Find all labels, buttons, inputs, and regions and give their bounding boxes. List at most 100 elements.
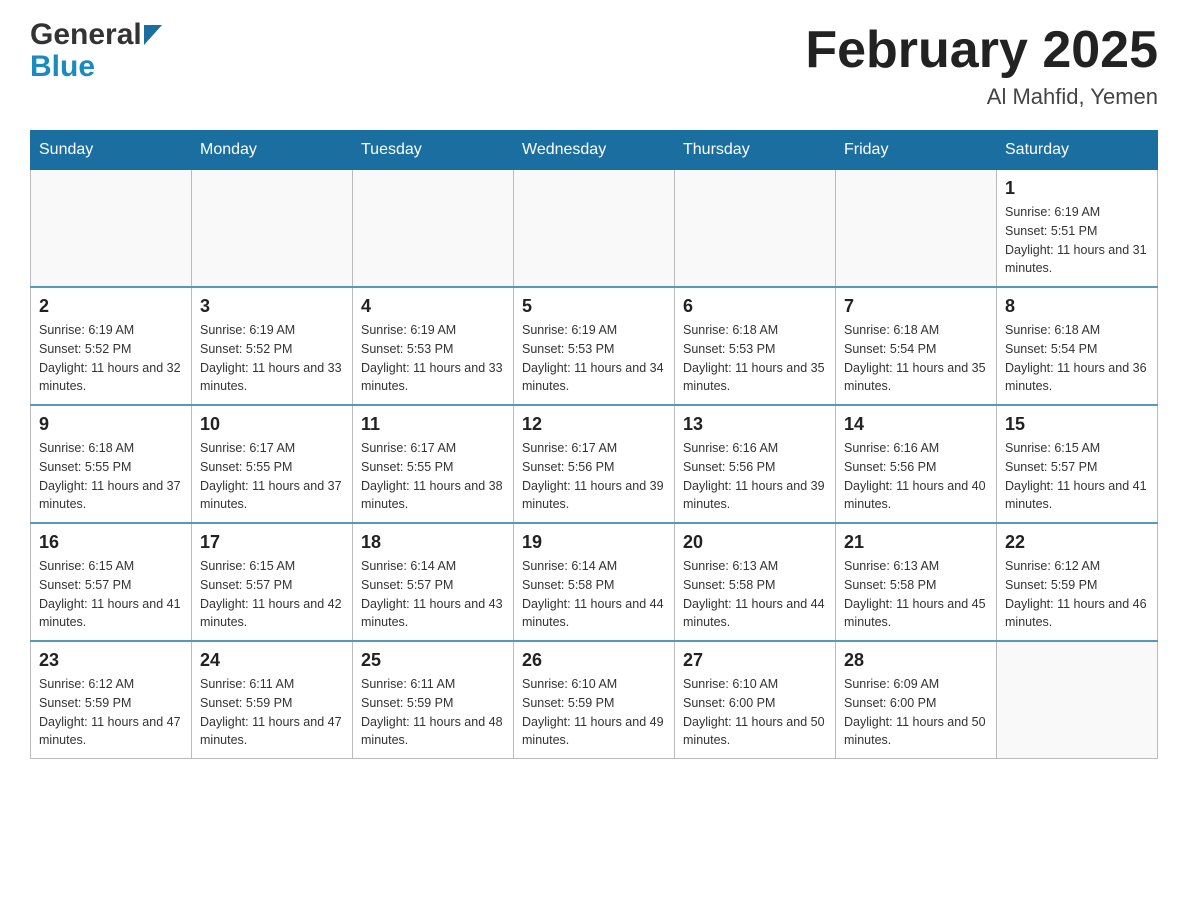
day-number: 6 <box>683 296 827 317</box>
day-info: Sunrise: 6:19 AMSunset: 5:51 PMDaylight:… <box>1005 203 1149 278</box>
logo-blue: Blue <box>30 50 95 83</box>
day-info: Sunrise: 6:15 AMSunset: 5:57 PMDaylight:… <box>1005 439 1149 514</box>
day-number: 2 <box>39 296 183 317</box>
calendar-cell: 6 Sunrise: 6:18 AMSunset: 5:53 PMDaylight… <box>675 287 836 405</box>
calendar-cell: 13 Sunrise: 6:16 AMSunset: 5:56 PMDayligh… <box>675 405 836 523</box>
day-number: 13 <box>683 414 827 435</box>
day-info: Sunrise: 6:10 AMSunset: 5:59 PMDaylight:… <box>522 675 666 750</box>
calendar-cell: 8 Sunrise: 6:18 AMSunset: 5:54 PMDaylight… <box>997 287 1158 405</box>
calendar-cell: 22Sunrise: 6:12 AMSunset: 5:59 PMDayligh… <box>997 523 1158 641</box>
calendar-cell: 24 Sunrise: 6:11 AMSunset: 5:59 PMDayligh… <box>192 641 353 759</box>
day-number: 19 <box>522 532 666 553</box>
calendar-cell: 16 Sunrise: 6:15 AMSunset: 5:57 PMDayligh… <box>31 523 192 641</box>
day-info: Sunrise: 6:17 AMSunset: 5:55 PMDaylight:… <box>200 439 344 514</box>
day-number: 25 <box>361 650 505 671</box>
calendar-cell: 27 Sunrise: 6:10 AMSunset: 6:00 PMDayligh… <box>675 641 836 759</box>
day-info: Sunrise: 6:14 AMSunset: 5:57 PMDaylight:… <box>361 557 505 632</box>
day-info: Sunrise: 6:19 AMSunset: 5:53 PMDaylight:… <box>522 321 666 396</box>
day-number: 27 <box>683 650 827 671</box>
logo: General <box>30 20 162 50</box>
header-day-sunday: Sunday <box>31 131 192 170</box>
calendar-cell: 18 Sunrise: 6:14 AMSunset: 5:57 PMDayligh… <box>353 523 514 641</box>
calendar-cell: 3 Sunrise: 6:19 AMSunset: 5:52 PMDaylight… <box>192 287 353 405</box>
day-number: 5 <box>522 296 666 317</box>
day-info: Sunrise: 6:09 AMSunset: 6:00 PMDaylight:… <box>844 675 988 750</box>
week-row-3: 9Sunrise: 6:18 AMSunset: 5:55 PMDaylight… <box>31 405 1158 523</box>
day-info: Sunrise: 6:16 AMSunset: 5:56 PMDaylight:… <box>683 439 827 514</box>
calendar-cell: 14Sunrise: 6:16 AMSunset: 5:56 PMDayligh… <box>836 405 997 523</box>
day-number: 26 <box>522 650 666 671</box>
day-info: Sunrise: 6:14 AMSunset: 5:58 PMDaylight:… <box>522 557 666 632</box>
day-info: Sunrise: 6:18 AMSunset: 5:55 PMDaylight:… <box>39 439 183 514</box>
calendar-title: February 2025 <box>805 20 1158 80</box>
day-info: Sunrise: 6:19 AMSunset: 5:53 PMDaylight:… <box>361 321 505 396</box>
day-info: Sunrise: 6:12 AMSunset: 5:59 PMDaylight:… <box>1005 557 1149 632</box>
day-number: 8 <box>1005 296 1149 317</box>
calendar-cell: 5 Sunrise: 6:19 AMSunset: 5:53 PMDaylight… <box>514 287 675 405</box>
day-number: 24 <box>200 650 344 671</box>
day-info: Sunrise: 6:19 AMSunset: 5:52 PMDaylight:… <box>39 321 183 396</box>
calendar-cell <box>675 170 836 288</box>
day-info: Sunrise: 6:10 AMSunset: 6:00 PMDaylight:… <box>683 675 827 750</box>
week-row-2: 2 Sunrise: 6:19 AMSunset: 5:52 PMDaylight… <box>31 287 1158 405</box>
calendar-cell <box>192 170 353 288</box>
day-number: 11 <box>361 414 505 435</box>
day-number: 12 <box>522 414 666 435</box>
day-number: 3 <box>200 296 344 317</box>
calendar-cell: 17 Sunrise: 6:15 AMSunset: 5:57 PMDayligh… <box>192 523 353 641</box>
header-day-tuesday: Tuesday <box>353 131 514 170</box>
day-info: Sunrise: 6:17 AMSunset: 5:56 PMDaylight:… <box>522 439 666 514</box>
calendar-cell: 9Sunrise: 6:18 AMSunset: 5:55 PMDaylight… <box>31 405 192 523</box>
day-info: Sunrise: 6:11 AMSunset: 5:59 PMDaylight:… <box>361 675 505 750</box>
week-row-5: 23Sunrise: 6:12 AMSunset: 5:59 PMDayligh… <box>31 641 1158 759</box>
calendar-cell <box>836 170 997 288</box>
day-info: Sunrise: 6:11 AMSunset: 5:59 PMDaylight:… <box>200 675 344 750</box>
calendar-cell: 25 Sunrise: 6:11 AMSunset: 5:59 PMDayligh… <box>353 641 514 759</box>
header-day-friday: Friday <box>836 131 997 170</box>
calendar-table: SundayMondayTuesdayWednesdayThursdayFrid… <box>30 130 1158 759</box>
day-info: Sunrise: 6:15 AMSunset: 5:57 PMDaylight:… <box>39 557 183 632</box>
calendar-cell <box>997 641 1158 759</box>
logo-triangle-icon <box>144 25 162 49</box>
calendar-cell: 19 Sunrise: 6:14 AMSunset: 5:58 PMDayligh… <box>514 523 675 641</box>
calendar-cell: 7 Sunrise: 6:18 AMSunset: 5:54 PMDaylight… <box>836 287 997 405</box>
logo-area: General Blue <box>30 20 162 84</box>
calendar-cell: 15Sunrise: 6:15 AMSunset: 5:57 PMDayligh… <box>997 405 1158 523</box>
day-info: Sunrise: 6:15 AMSunset: 5:57 PMDaylight:… <box>200 557 344 632</box>
day-number: 16 <box>39 532 183 553</box>
header-day-monday: Monday <box>192 131 353 170</box>
calendar-subtitle: Al Mahfid, Yemen <box>805 84 1158 110</box>
day-number: 7 <box>844 296 988 317</box>
calendar-cell: 12 Sunrise: 6:17 AMSunset: 5:56 PMDayligh… <box>514 405 675 523</box>
day-info: Sunrise: 6:18 AMSunset: 5:54 PMDaylight:… <box>1005 321 1149 396</box>
header-row: SundayMondayTuesdayWednesdayThursdayFrid… <box>31 131 1158 170</box>
day-info: Sunrise: 6:17 AMSunset: 5:55 PMDaylight:… <box>361 439 505 514</box>
day-info: Sunrise: 6:18 AMSunset: 5:54 PMDaylight:… <box>844 321 988 396</box>
calendar-cell <box>353 170 514 288</box>
calendar-cell: 28 Sunrise: 6:09 AMSunset: 6:00 PMDayligh… <box>836 641 997 759</box>
day-number: 21 <box>844 532 988 553</box>
calendar-cell: 4 Sunrise: 6:19 AMSunset: 5:53 PMDaylight… <box>353 287 514 405</box>
day-info: Sunrise: 6:18 AMSunset: 5:53 PMDaylight:… <box>683 321 827 396</box>
logo-general: General <box>30 20 142 50</box>
calendar-cell <box>514 170 675 288</box>
day-number: 4 <box>361 296 505 317</box>
calendar-cell <box>31 170 192 288</box>
calendar-cell: 2 Sunrise: 6:19 AMSunset: 5:52 PMDaylight… <box>31 287 192 405</box>
calendar-cell: 10Sunrise: 6:17 AMSunset: 5:55 PMDayligh… <box>192 405 353 523</box>
day-info: Sunrise: 6:19 AMSunset: 5:52 PMDaylight:… <box>200 321 344 396</box>
day-number: 28 <box>844 650 988 671</box>
week-row-4: 16 Sunrise: 6:15 AMSunset: 5:57 PMDayligh… <box>31 523 1158 641</box>
page-header: General Blue February 2025 Al Mahfid, Ye… <box>30 20 1158 110</box>
day-number: 18 <box>361 532 505 553</box>
day-info: Sunrise: 6:13 AMSunset: 5:58 PMDaylight:… <box>844 557 988 632</box>
calendar-cell: 23Sunrise: 6:12 AMSunset: 5:59 PMDayligh… <box>31 641 192 759</box>
day-info: Sunrise: 6:16 AMSunset: 5:56 PMDaylight:… <box>844 439 988 514</box>
day-number: 17 <box>200 532 344 553</box>
day-number: 20 <box>683 532 827 553</box>
calendar-cell: 21 Sunrise: 6:13 AMSunset: 5:58 PMDayligh… <box>836 523 997 641</box>
day-number: 1 <box>1005 178 1149 199</box>
calendar-cell: 1 Sunrise: 6:19 AMSunset: 5:51 PMDaylight… <box>997 170 1158 288</box>
logo-blue-line: Blue <box>30 50 95 84</box>
week-row-1: 1 Sunrise: 6:19 AMSunset: 5:51 PMDaylight… <box>31 170 1158 288</box>
